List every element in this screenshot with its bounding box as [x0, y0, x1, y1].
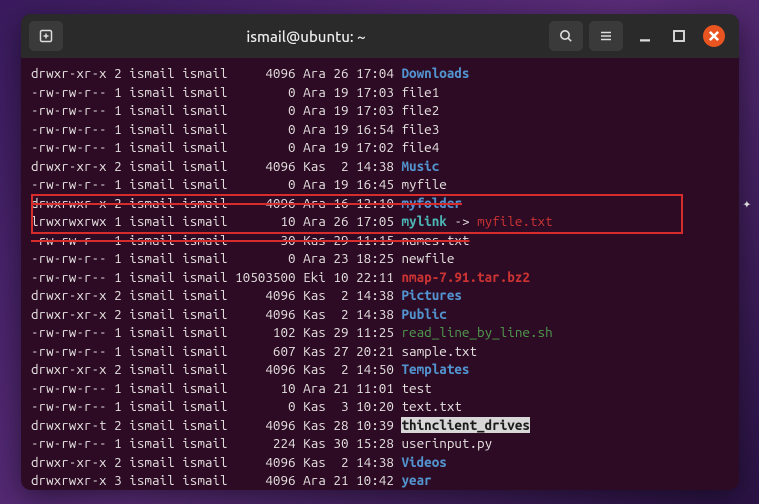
- titlebar: ismail@ubuntu: ~: [21, 14, 739, 58]
- ls-row: -rw-rw-r-- 1 ismail ismail 0 Ara 19 17:0…: [31, 138, 729, 157]
- file-name: year: [401, 472, 431, 488]
- ls-row: -rw-rw-r-- 1 ismail ismail 0 Kas 3 10:20…: [31, 397, 729, 416]
- ls-row: drwxr-xr-x 2 ismail ismail 4096 Kas 2 14…: [31, 360, 729, 379]
- search-button[interactable]: [549, 21, 583, 51]
- file-name: myfolder: [401, 195, 461, 211]
- file-name: thinclient_drives: [401, 417, 530, 433]
- file-name: test: [401, 380, 431, 396]
- prompt[interactable]: $: [31, 490, 729, 491]
- maximize-button[interactable]: [669, 26, 689, 46]
- file-name: userinput.py: [401, 435, 492, 451]
- ls-row: drwxr-xr-x 2 ismail ismail 4096 Ara 26 1…: [31, 64, 729, 83]
- ls-row: -rw-rw-r-- 1 ismail ismail 0 Ara 23 18:2…: [31, 249, 729, 268]
- desktop-star-decoration: ✦: [743, 195, 751, 212]
- ls-row: -rw-rw-r-- 1 ismail ismail 10 Ara 21 11:…: [31, 379, 729, 398]
- new-tab-button[interactable]: [29, 21, 63, 51]
- minimize-button[interactable]: [635, 26, 655, 46]
- ls-row: drwxrwxr-t 2 ismail ismail 4096 Kas 28 1…: [31, 416, 729, 435]
- terminal-output[interactable]: drwxr-xr-x 2 ismail ismail 4096 Ara 26 1…: [21, 58, 739, 490]
- ls-row: drwxr-xr-x 2 ismail ismail 4096 Kas 2 14…: [31, 453, 729, 472]
- menu-button[interactable]: [589, 21, 623, 51]
- file-name: Templates: [401, 361, 469, 377]
- file-name: text.txt: [401, 398, 461, 414]
- ls-row: -rw-rw-r-- 1 ismail ismail 224 Kas 30 15…: [31, 434, 729, 453]
- ls-row: lrwxrwxrwx 1 ismail ismail 10 Ara 26 17:…: [31, 212, 729, 231]
- ls-row: drwxrwxr-x 2 ismail ismail 4096 Ara 16 1…: [31, 194, 729, 213]
- terminal-window: ismail@ubuntu: ~ drwxr-xr-x 2 ismail ism…: [21, 14, 739, 490]
- file-name: file1: [401, 84, 439, 100]
- file-name: file4: [401, 139, 439, 155]
- file-name: Pictures: [401, 287, 461, 303]
- file-name: nmap-7.91.tar.bz2: [401, 269, 530, 285]
- ls-row: drwxrwxr-x 3 ismail ismail 4096 Ara 21 1…: [31, 471, 729, 490]
- file-name: file2: [401, 102, 439, 118]
- ls-row: -rw-rw-r-- 1 ismail ismail 0 Ara 19 16:5…: [31, 120, 729, 139]
- ls-row: drwxr-xr-x 2 ismail ismail 4096 Kas 2 14…: [31, 305, 729, 324]
- file-name: myfile: [401, 176, 446, 192]
- ls-row: -rw-rw-r-- 1 ismail ismail 30 Kas 29 11:…: [31, 231, 729, 250]
- file-name: Downloads: [401, 65, 469, 81]
- file-name: names.txt: [401, 232, 469, 248]
- ls-row: -rw-rw-r-- 1 ismail ismail 0 Ara 19 17:0…: [31, 101, 729, 120]
- symlink-target: myfile.txt: [477, 213, 553, 229]
- file-name: Music: [401, 158, 439, 174]
- ls-row: drwxr-xr-x 2 ismail ismail 4096 Kas 2 14…: [31, 286, 729, 305]
- file-name: sample.txt: [401, 343, 477, 359]
- ls-row: -rw-rw-r-- 1 ismail ismail 607 Kas 27 20…: [31, 342, 729, 361]
- file-name: Public: [401, 306, 446, 322]
- window-title: ismail@ubuntu: ~: [69, 28, 543, 45]
- ls-row: -rw-rw-r-- 1 ismail ismail 102 Kas 29 11…: [31, 323, 729, 342]
- file-name: mylink: [401, 213, 446, 229]
- ls-row: -rw-rw-r-- 1 ismail ismail 0 Ara 19 16:4…: [31, 175, 729, 194]
- file-name: Videos: [401, 454, 446, 470]
- close-button[interactable]: [703, 25, 725, 47]
- file-name: file3: [401, 121, 439, 137]
- ls-row: -rw-rw-r-- 1 ismail ismail 10503500 Eki …: [31, 268, 729, 287]
- ls-row: -rw-rw-r-- 1 ismail ismail 0 Ara 19 17:0…: [31, 83, 729, 102]
- file-name: newfile: [401, 250, 454, 266]
- ls-row: drwxr-xr-x 2 ismail ismail 4096 Kas 2 14…: [31, 157, 729, 176]
- file-name: read_line_by_line.sh: [401, 324, 552, 340]
